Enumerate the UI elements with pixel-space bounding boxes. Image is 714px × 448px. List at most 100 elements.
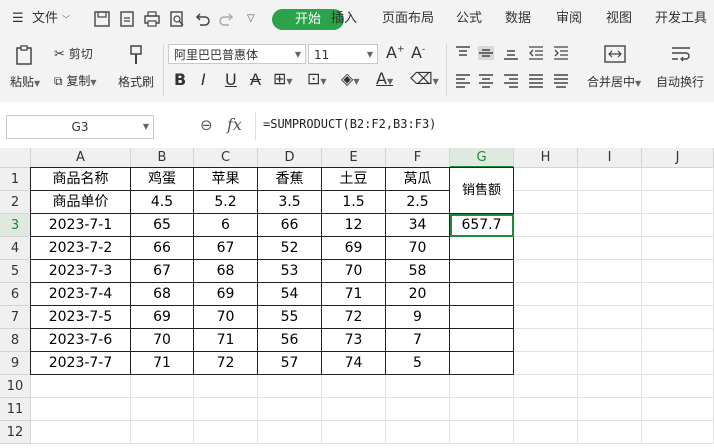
cell-e6[interactable]: 71 — [322, 283, 386, 306]
cell-h3[interactable] — [514, 214, 578, 237]
cell-i3[interactable] — [578, 214, 642, 237]
cell-a9[interactable]: 2023-7-7 — [31, 352, 131, 375]
format-painter-icon[interactable] — [126, 44, 146, 66]
cell-f11[interactable] — [386, 398, 450, 421]
cell-h2[interactable] — [514, 191, 578, 214]
cell-f4[interactable]: 70 — [386, 237, 450, 260]
italic-icon[interactable]: I — [201, 70, 206, 89]
cell-j10[interactable] — [642, 375, 714, 398]
cell-g10[interactable] — [450, 375, 514, 398]
cell-d9[interactable]: 57 — [258, 352, 322, 375]
fill-pattern-icon[interactable]: ⊡▼ — [307, 69, 327, 88]
cell-a7[interactable]: 2023-7-5 — [31, 306, 131, 329]
cell-c6[interactable]: 69 — [194, 283, 258, 306]
zoom-search-icon[interactable]: ⊖ — [200, 116, 213, 134]
justify-icon[interactable] — [528, 74, 544, 88]
cell-c4[interactable]: 67 — [194, 237, 258, 260]
cell-f12[interactable] — [386, 421, 450, 444]
row-header-3[interactable]: 3 — [0, 214, 31, 237]
cell-a11[interactable] — [31, 398, 131, 421]
wrap-text-icon[interactable] — [670, 44, 692, 64]
cell-b4[interactable]: 66 — [131, 237, 194, 260]
font-name-select[interactable]: 阿里巴巴普惠体 ▼ — [168, 44, 306, 64]
cell-e1[interactable]: 土豆 — [322, 168, 386, 191]
cell-i7[interactable] — [578, 306, 642, 329]
cell-f8[interactable]: 7 — [386, 329, 450, 352]
column-header-b[interactable]: B — [131, 148, 194, 168]
undo-icon[interactable] — [193, 10, 211, 28]
row-header-2[interactable]: 2 — [0, 191, 31, 214]
cell-c7[interactable]: 70 — [194, 306, 258, 329]
align-middle-icon[interactable] — [478, 46, 494, 60]
align-bottom-icon[interactable] — [503, 46, 519, 60]
cell-d11[interactable] — [258, 398, 322, 421]
formula-input[interactable]: =SUMPRODUCT(B2:F2,B3:F3) — [263, 117, 436, 131]
cell-i4[interactable] — [578, 237, 642, 260]
cell-d1[interactable]: 香蕉 — [258, 168, 322, 191]
cell-a8[interactable]: 2023-7-6 — [31, 329, 131, 352]
cell-d12[interactable] — [258, 421, 322, 444]
cell-e12[interactable] — [322, 421, 386, 444]
underline-icon[interactable]: U — [225, 70, 237, 89]
row-header-5[interactable]: 5 — [0, 260, 31, 283]
bold-icon[interactable]: B — [174, 70, 186, 89]
cell-c12[interactable] — [194, 421, 258, 444]
cell-j1[interactable] — [642, 168, 714, 191]
cell-j2[interactable] — [642, 191, 714, 214]
row-header-11[interactable]: 11 — [0, 398, 31, 421]
cell-i10[interactable] — [578, 375, 642, 398]
wrap-text-button[interactable]: 自动换行 — [656, 73, 704, 90]
cell-i6[interactable] — [578, 283, 642, 306]
menu-icon[interactable]: ☰ — [12, 0, 24, 38]
tab-data[interactable]: 数据 — [505, 0, 531, 38]
cell-f6[interactable]: 20 — [386, 283, 450, 306]
cell-j11[interactable] — [642, 398, 714, 421]
align-center-icon[interactable] — [478, 74, 494, 88]
cell-f5[interactable]: 58 — [386, 260, 450, 283]
save-icon[interactable] — [93, 10, 111, 28]
cell-a2[interactable]: 商品单价 — [31, 191, 131, 214]
row-header-4[interactable]: 4 — [0, 237, 31, 260]
cell-c5[interactable]: 68 — [194, 260, 258, 283]
paste-button[interactable]: 粘贴▼ — [10, 73, 40, 90]
cell-h12[interactable] — [514, 421, 578, 444]
print-icon[interactable] — [143, 10, 161, 28]
column-header-f[interactable]: F — [386, 148, 450, 168]
cell-h8[interactable] — [514, 329, 578, 352]
cell-i1[interactable] — [578, 168, 642, 191]
cell-a10[interactable] — [31, 375, 131, 398]
column-header-g[interactable]: G — [450, 148, 514, 168]
cell-g8[interactable] — [450, 329, 514, 352]
cell-b12[interactable] — [131, 421, 194, 444]
column-header-i[interactable]: I — [578, 148, 642, 168]
strikethrough-icon[interactable]: A — [250, 70, 261, 89]
cell-a6[interactable]: 2023-7-4 — [31, 283, 131, 306]
cell-h1[interactable] — [514, 168, 578, 191]
cell-b11[interactable] — [131, 398, 194, 421]
cell-i9[interactable] — [578, 352, 642, 375]
print-preview-icon[interactable] — [168, 10, 186, 28]
row-header-7[interactable]: 7 — [0, 306, 31, 329]
redo-icon[interactable] — [218, 10, 236, 28]
font-color-icon[interactable]: A▼ — [376, 69, 393, 88]
paste-icon[interactable] — [14, 44, 36, 66]
column-header-d[interactable]: D — [258, 148, 322, 168]
cell-g6[interactable] — [450, 283, 514, 306]
cell-e3[interactable]: 12 — [322, 214, 386, 237]
cell-e5[interactable]: 70 — [322, 260, 386, 283]
increase-indent-icon[interactable] — [553, 46, 569, 60]
cell-d4[interactable]: 52 — [258, 237, 322, 260]
cell-j7[interactable] — [642, 306, 714, 329]
select-all-corner[interactable] — [0, 148, 31, 168]
cell-j8[interactable] — [642, 329, 714, 352]
cell-f2[interactable]: 2.5 — [386, 191, 450, 214]
decrease-font-size-icon[interactable]: A- — [411, 43, 425, 62]
cell-b7[interactable]: 69 — [131, 306, 194, 329]
cell-b10[interactable] — [131, 375, 194, 398]
export-pdf-icon[interactable] — [118, 10, 136, 28]
cell-c1[interactable]: 苹果 — [194, 168, 258, 191]
cell-d10[interactable] — [258, 375, 322, 398]
quick-access-more-icon[interactable]: ▽ — [247, 0, 255, 38]
cell-b5[interactable]: 67 — [131, 260, 194, 283]
cell-c10[interactable] — [194, 375, 258, 398]
